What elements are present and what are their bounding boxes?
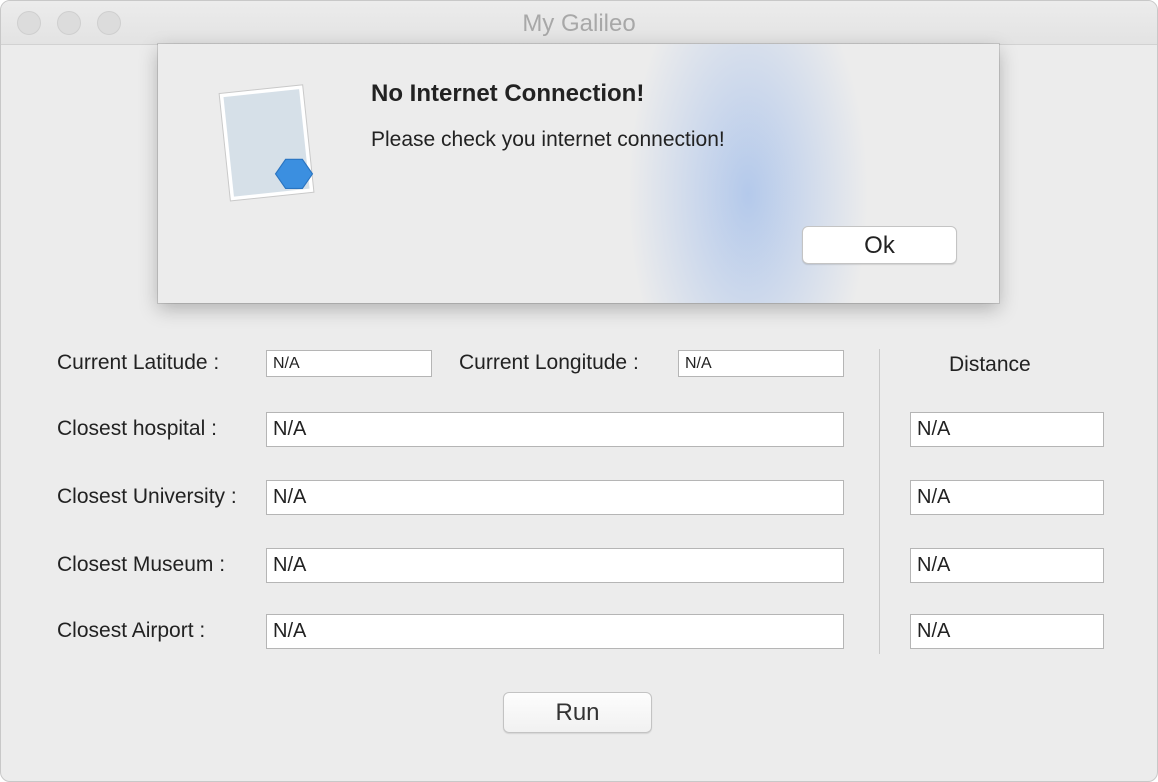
museum-label: Closest Museum : xyxy=(57,553,226,576)
ok-button[interactable]: Ok xyxy=(802,226,957,264)
alert-title: No Internet Connection! xyxy=(371,80,645,107)
app-map-icon xyxy=(218,84,315,202)
museum-distance-field[interactable] xyxy=(910,548,1104,583)
airport-field[interactable] xyxy=(266,614,844,649)
window-title: My Galileo xyxy=(522,10,636,37)
latitude-field[interactable] xyxy=(266,350,432,377)
title-bar[interactable]: My Galileo xyxy=(1,1,1157,45)
university-field[interactable] xyxy=(266,480,844,515)
university-label: Closest University : xyxy=(57,485,237,508)
museum-field[interactable] xyxy=(266,548,844,583)
longitude-label: Current Longitude : xyxy=(459,351,639,374)
distance-header: Distance xyxy=(949,353,1031,376)
alert-message: Please check you internet connection! xyxy=(371,128,725,151)
run-button[interactable]: Run xyxy=(503,692,652,733)
airport-distance-field[interactable] xyxy=(910,614,1104,649)
university-distance-field[interactable] xyxy=(910,480,1104,515)
airport-label: Closest Airport : xyxy=(57,619,206,642)
hospital-distance-field[interactable] xyxy=(910,412,1104,447)
latitude-label: Current Latitude : xyxy=(57,351,220,374)
vertical-separator xyxy=(879,349,880,654)
hospital-field[interactable] xyxy=(266,412,844,447)
alert-sheet: No Internet Connection! Please check you… xyxy=(158,44,999,303)
app-window: My Galileo Current Latitude : Current Lo… xyxy=(0,0,1158,782)
longitude-field[interactable] xyxy=(678,350,844,377)
hospital-label: Closest hospital : xyxy=(57,417,217,440)
